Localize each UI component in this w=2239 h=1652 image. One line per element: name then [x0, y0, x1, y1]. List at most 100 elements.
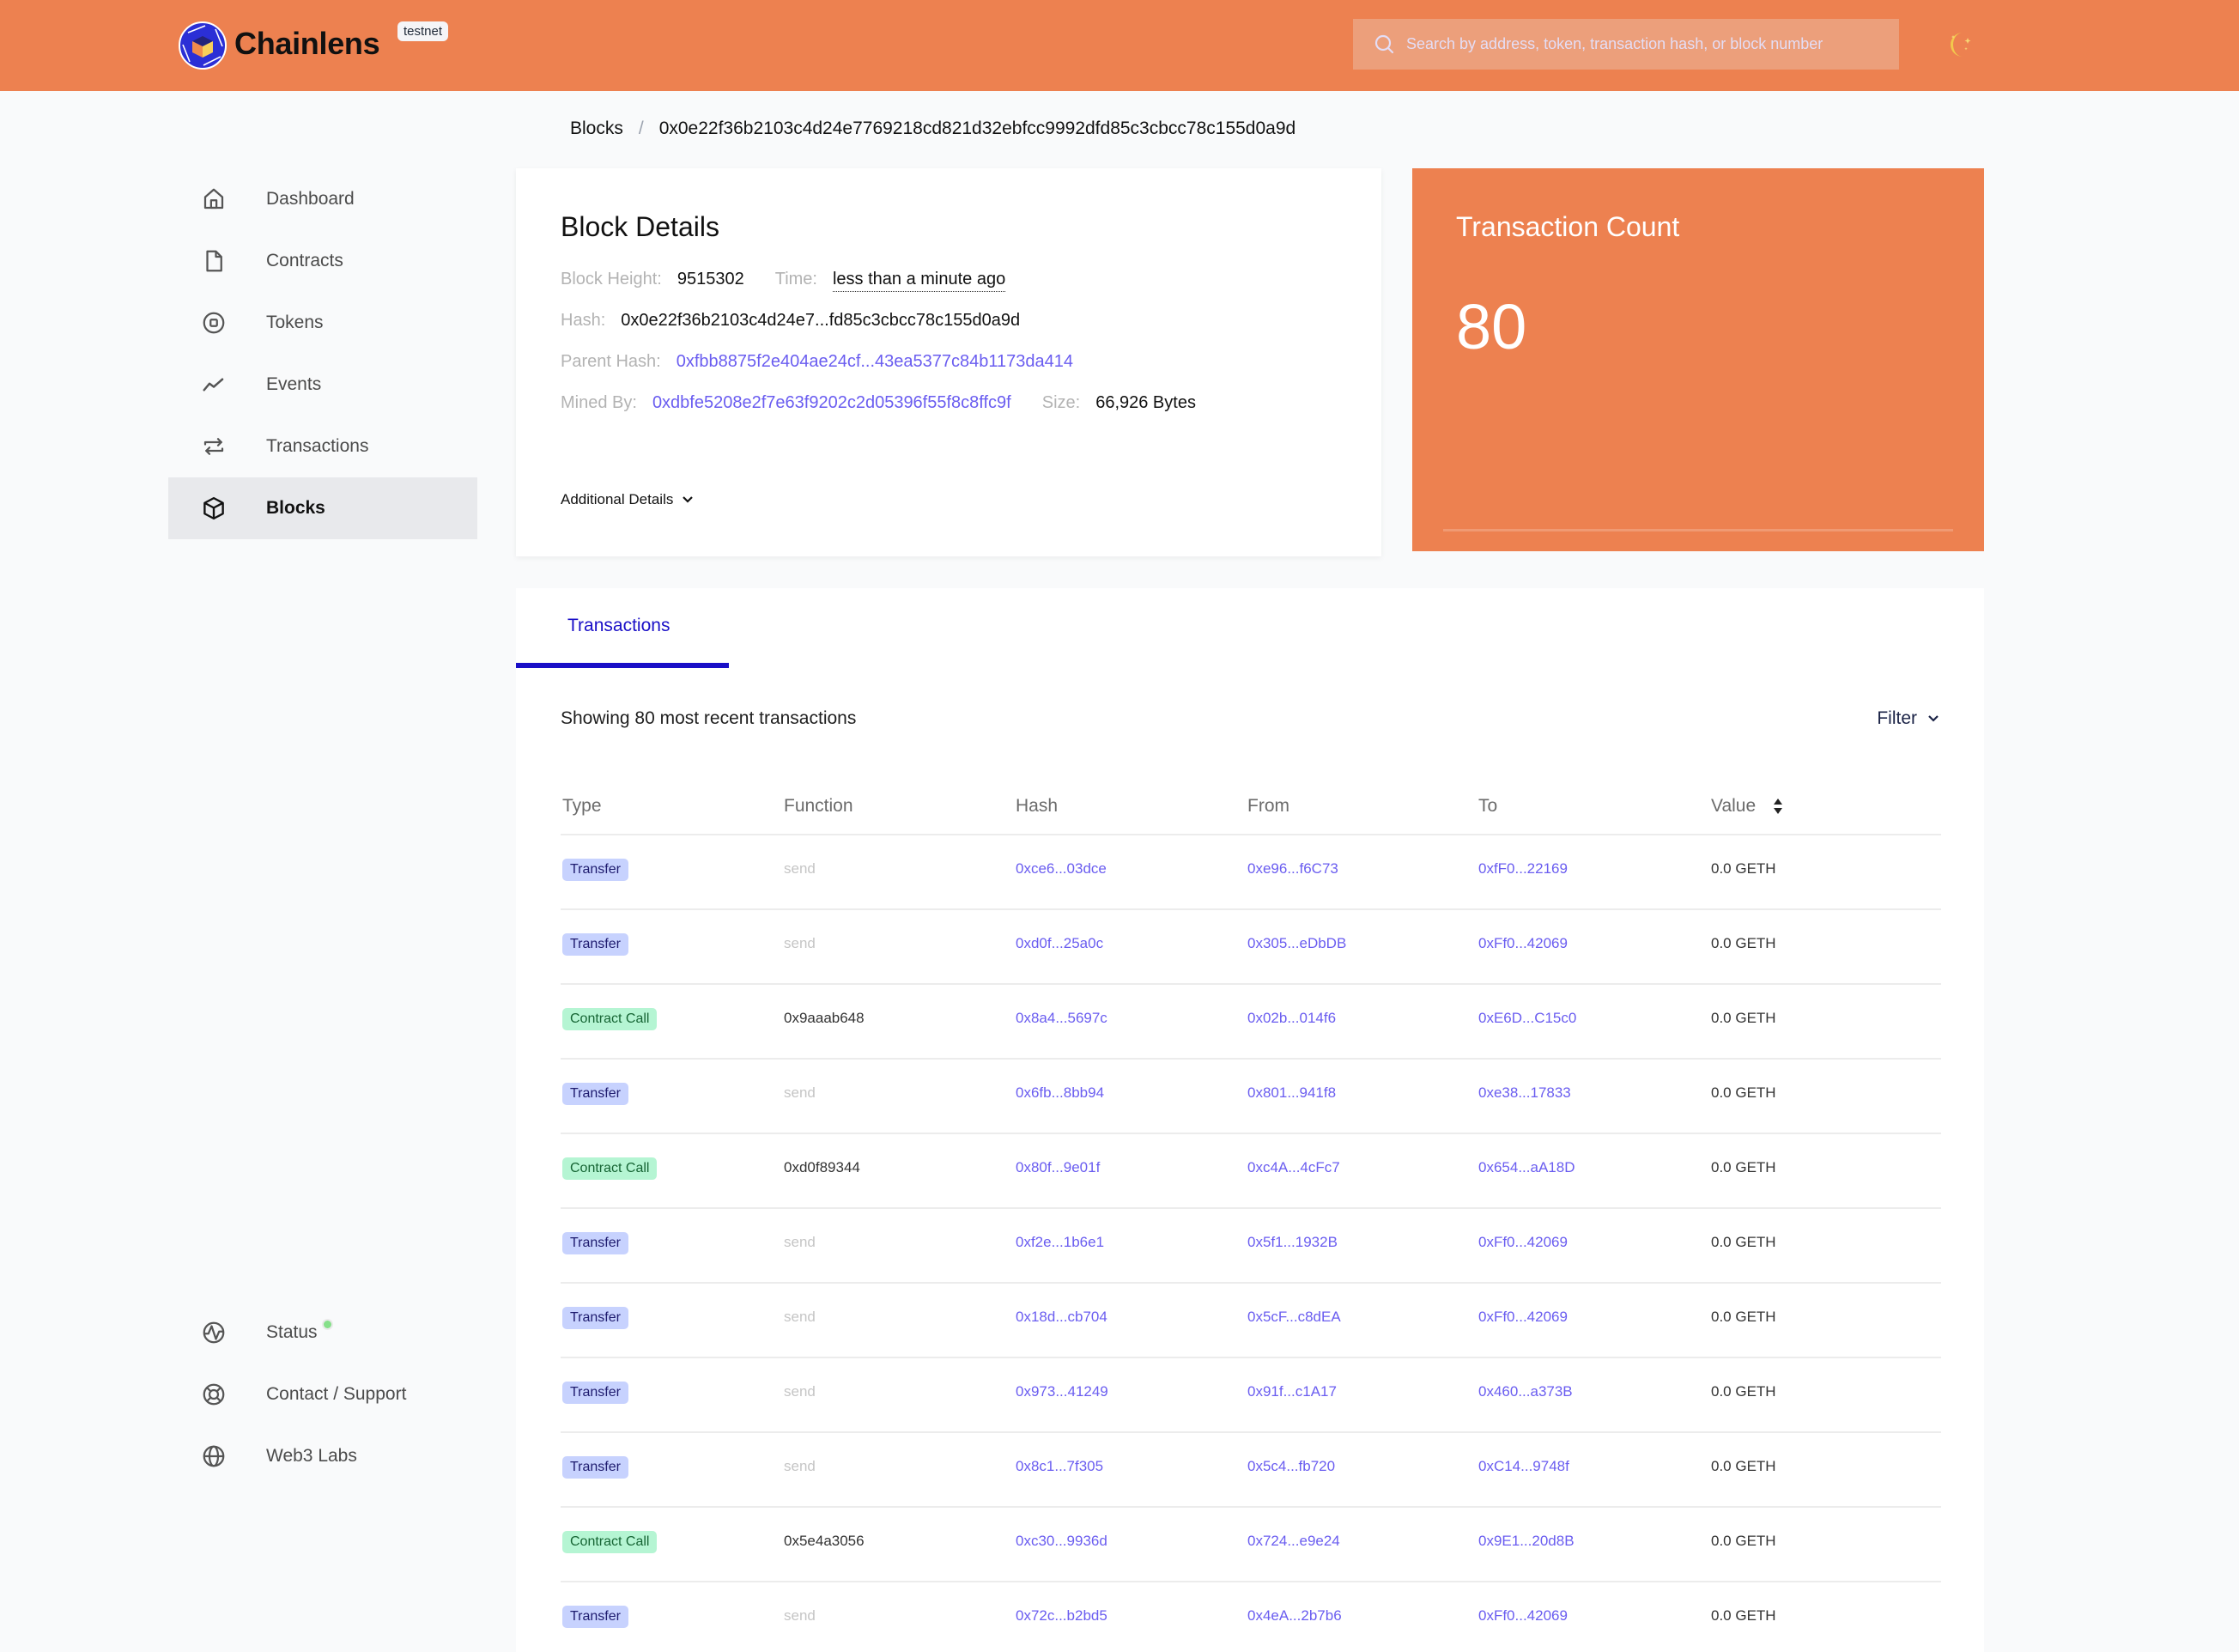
additional-details-toggle[interactable]: Additional Details [561, 491, 694, 508]
function-cell: 0x9aaab648 [784, 1010, 865, 1026]
showing-count-text: Showing 80 most recent transactions [561, 708, 857, 728]
sidebar-item-events[interactable]: Events [168, 354, 477, 416]
hash-link[interactable]: 0x8a4...5697c [1016, 1010, 1107, 1027]
breadcrumb-blocks-link[interactable]: Blocks [570, 118, 623, 139]
to-address-link[interactable]: 0xFf0...42069 [1478, 1234, 1568, 1251]
search-bar[interactable] [1353, 19, 1899, 70]
type-cell: Transfer [562, 1232, 628, 1254]
from-address-link[interactable]: 0x02b...014f6 [1247, 1010, 1336, 1027]
type-badge: Transfer [562, 1382, 628, 1404]
to-address-link[interactable]: 0xFf0...42069 [1478, 1607, 1568, 1625]
type-badge: Contract Call [562, 1531, 658, 1553]
transactions-table: Type Function Hash From To Value Transfe… [561, 784, 1941, 1652]
brand-name[interactable]: Chainlens [234, 26, 380, 62]
type-cell: Transfer [562, 1456, 628, 1479]
sidebar-item-label: Contracts [266, 251, 343, 270]
hash-link[interactable]: 0x6fb...8bb94 [1016, 1084, 1104, 1102]
from-address-link[interactable]: 0x5f1...1932B [1247, 1234, 1338, 1251]
type-badge: Contract Call [562, 1157, 658, 1180]
hash-link[interactable]: 0x973...41249 [1016, 1383, 1108, 1400]
chevron-down-icon [1928, 715, 1939, 722]
table-row: Contract Call 0xd0f89344 0x80f...9e01f 0xc4… [561, 1134, 1941, 1209]
size-label: Size: [1041, 393, 1081, 412]
value-cell: 0.0 GETH [1711, 1309, 1776, 1325]
transaction-count-title: Transaction Count [1456, 211, 1680, 242]
chainlens-logo-icon[interactable] [178, 21, 228, 70]
table-row: Transfer send 0xf2e...1b6e1 0x5f1...1932B 0x… [561, 1209, 1941, 1284]
block-height-label: Block Height: [561, 270, 662, 288]
from-address-link[interactable]: 0x801...941f8 [1247, 1084, 1336, 1102]
column-header-value[interactable]: Value [1711, 796, 1783, 817]
hash-link[interactable]: 0x80f...9e01f [1016, 1159, 1100, 1176]
value-cell: 0.0 GETH [1711, 1533, 1776, 1549]
from-address-link[interactable]: 0xc4A...4cFc7 [1247, 1159, 1340, 1176]
additional-details-label: Additional Details [561, 491, 674, 507]
function-cell: send [784, 1383, 816, 1400]
from-address-link[interactable]: 0x5c4...fb720 [1247, 1458, 1335, 1475]
sidebar-item-label: Tokens [266, 313, 324, 332]
from-address-link[interactable]: 0x4eA...2b7b6 [1247, 1607, 1342, 1625]
table-row: Transfer send 0x72c...b2bd5 0x4eA...2b7b6 0x… [561, 1582, 1941, 1652]
value-cell: 0.0 GETH [1711, 1607, 1776, 1624]
to-address-link[interactable]: 0xe38...17833 [1478, 1084, 1571, 1102]
sidebar-item-web3-labs[interactable]: Web3 Labs [168, 1425, 477, 1487]
sidebar-item-contact-support[interactable]: Contact / Support [168, 1364, 477, 1425]
hash-link[interactable]: 0x18d...cb704 [1016, 1309, 1107, 1326]
breadcrumb: Blocks / 0x0e22f36b2103c4d24e7769218cd82… [570, 118, 1295, 139]
from-address-link[interactable]: 0x5cF...c8dEA [1247, 1309, 1341, 1326]
type-cell: Transfer [562, 859, 628, 881]
hash-link[interactable]: 0x72c...b2bd5 [1016, 1607, 1107, 1625]
table-row: Transfer send 0xce6...03dce 0xe96...f6C73 0x… [561, 835, 1941, 910]
table-row: Transfer send 0x6fb...8bb94 0x801...941f8 0x… [561, 1060, 1941, 1134]
to-address-link[interactable]: 0xC14...9748f [1478, 1458, 1569, 1475]
type-cell: Transfer [562, 1307, 628, 1329]
sidebar-item-transactions[interactable]: Transactions [168, 416, 477, 477]
sidebar-item-tokens[interactable]: Tokens [168, 292, 477, 354]
type-cell: Transfer [562, 1083, 628, 1105]
filter-dropdown[interactable]: Filter [1877, 708, 1939, 729]
hash-link[interactable]: 0xce6...03dce [1016, 860, 1107, 878]
hash-link[interactable]: 0xc30...9936d [1016, 1533, 1107, 1550]
type-badge: Transfer [562, 1307, 628, 1329]
sidebar-item-blocks[interactable]: Blocks [168, 477, 477, 539]
sidebar-item-label: Contact / Support [266, 1384, 407, 1404]
mined-by-link[interactable]: 0xdbfe5208e2f7e63f9202c2d05396f55f8c8ffc… [652, 393, 1011, 413]
from-address-link[interactable]: 0x91f...c1A17 [1247, 1383, 1337, 1400]
token-icon [203, 312, 225, 334]
table-row: Transfer send 0x18d...cb704 0x5cF...c8dEA 0x… [561, 1284, 1941, 1358]
moon-icon[interactable] [1945, 29, 1976, 60]
block-height-value: 9515302 [677, 270, 744, 288]
from-address-link[interactable]: 0xe96...f6C73 [1247, 860, 1338, 878]
sidebar-item-status[interactable]: Status [168, 1302, 477, 1364]
type-badge: Transfer [562, 859, 628, 881]
parent-hash-link[interactable]: 0xfbb8875f2e404ae24cf...43ea5377c84b1173… [677, 352, 1073, 372]
to-address-link[interactable]: 0xFf0...42069 [1478, 1309, 1568, 1326]
type-cell: Contract Call [562, 1008, 658, 1030]
from-address-link[interactable]: 0x724...e9e24 [1247, 1533, 1340, 1550]
value-cell: 0.0 GETH [1711, 1159, 1776, 1175]
hash-link[interactable]: 0xf2e...1b6e1 [1016, 1234, 1104, 1251]
function-cell: send [784, 1607, 816, 1624]
to-address-link[interactable]: 0x9E1...20d8B [1478, 1533, 1575, 1550]
tab-transactions[interactable]: Transactions [567, 616, 670, 636]
hash-link[interactable]: 0xd0f...25a0c [1016, 935, 1103, 952]
hash-link[interactable]: 0x8c1...7f305 [1016, 1458, 1103, 1475]
time-value[interactable]: less than a minute ago [832, 270, 1006, 292]
to-address-link[interactable]: 0xE6D...C15c0 [1478, 1010, 1576, 1027]
function-cell: send [784, 860, 816, 877]
value-cell: 0.0 GETH [1711, 935, 1776, 951]
search-input[interactable] [1406, 35, 1887, 53]
to-address-link[interactable]: 0x654...aA18D [1478, 1159, 1575, 1176]
function-cell: 0x5e4a3056 [784, 1533, 865, 1549]
hash-value: 0x0e22f36b2103c4d24e7...fd85c3cbcc78c155… [621, 311, 1021, 330]
mined-by-row: Mined By: 0xdbfe5208e2f7e63f9202c2d05396… [561, 393, 1196, 413]
sidebar-item-contracts[interactable]: Contracts [168, 230, 477, 292]
sidebar-item-dashboard[interactable]: Dashboard [168, 168, 477, 230]
to-address-link[interactable]: 0x460...a373B [1478, 1383, 1573, 1400]
from-address-link[interactable]: 0x305...eDbDB [1247, 935, 1346, 952]
to-address-link[interactable]: 0xFf0...42069 [1478, 935, 1568, 952]
sort-icon[interactable] [1773, 798, 1783, 815]
type-badge: Contract Call [562, 1008, 658, 1030]
column-header-hash: Hash [1016, 796, 1059, 816]
to-address-link[interactable]: 0xfF0...22169 [1478, 860, 1568, 878]
